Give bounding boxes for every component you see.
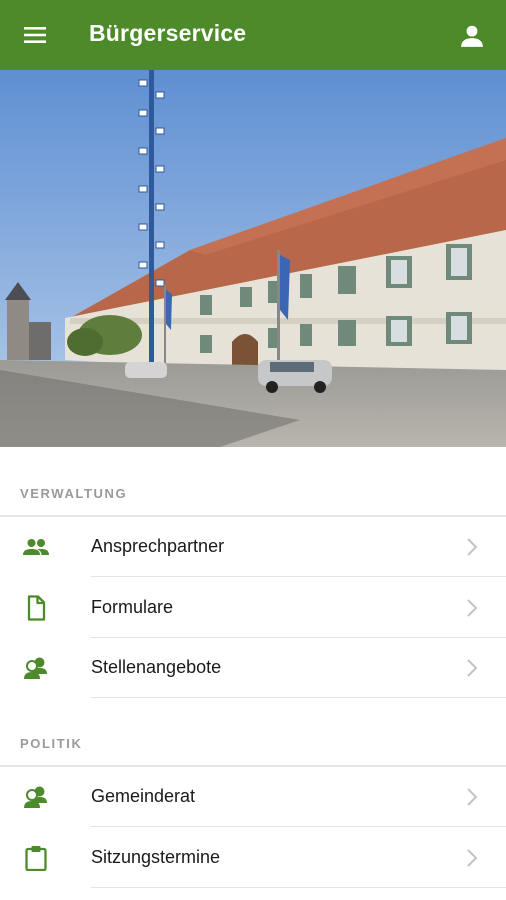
job-offers-icon bbox=[21, 655, 51, 681]
list-item-label: Ansprechpartner bbox=[91, 536, 225, 556]
clipboard-icon bbox=[21, 845, 51, 871]
app-title: Bürgerservice bbox=[89, 20, 247, 46]
row-separator bbox=[91, 697, 506, 698]
list-item-stellenangebote[interactable]: Stellenangebote bbox=[0, 638, 506, 698]
list-item-label: Formulare bbox=[91, 597, 174, 617]
hero-image bbox=[0, 70, 506, 447]
app-bar: Bürgerservice bbox=[0, 0, 506, 70]
chevron-right-icon bbox=[466, 658, 478, 678]
chevron-right-icon bbox=[466, 787, 478, 807]
list-item-label: Stellenangebote bbox=[91, 657, 222, 677]
list-item-formulare[interactable]: Formulare bbox=[0, 578, 506, 638]
hamburger-menu-icon bbox=[24, 27, 46, 43]
profile-button[interactable] bbox=[452, 16, 492, 56]
chevron-right-icon bbox=[466, 537, 478, 557]
section-header-politik: POLITIK bbox=[20, 736, 83, 751]
list-item-gemeinderat[interactable]: Gemeinderat bbox=[0, 767, 506, 827]
menu-button[interactable] bbox=[14, 17, 56, 53]
people-icon bbox=[21, 534, 51, 560]
list-item-sitzungstermine[interactable]: Sitzungstermine bbox=[0, 828, 506, 888]
council-icon bbox=[21, 784, 51, 810]
row-separator bbox=[91, 826, 506, 827]
list-item-ansprechpartner[interactable]: Ansprechpartner bbox=[0, 517, 506, 577]
section-header-verwaltung: VERWALTUNG bbox=[20, 486, 128, 501]
chevron-right-icon bbox=[466, 848, 478, 868]
list-item-label: Gemeinderat bbox=[91, 786, 196, 806]
list-item-label: Sitzungstermine bbox=[91, 847, 221, 867]
chevron-right-icon bbox=[466, 598, 478, 618]
document-icon bbox=[21, 595, 51, 621]
row-separator bbox=[91, 576, 506, 577]
person-icon bbox=[461, 25, 483, 47]
row-separator bbox=[91, 887, 506, 888]
